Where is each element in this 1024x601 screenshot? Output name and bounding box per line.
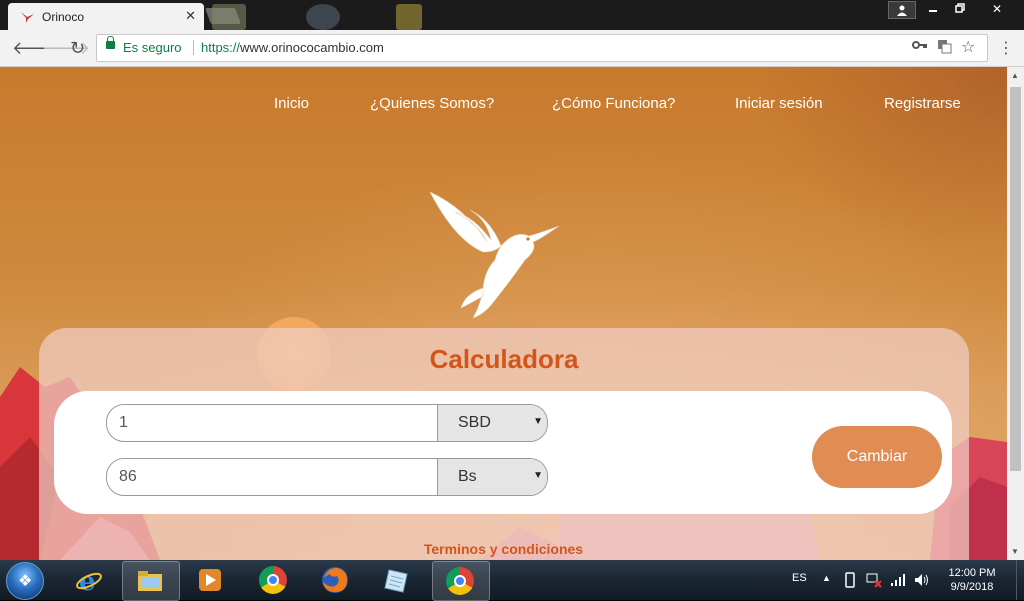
currency-to-value: Bs <box>458 468 477 485</box>
desktop-thumbnail-icon <box>306 4 340 30</box>
minimize-button[interactable] <box>918 0 948 20</box>
firefox-icon <box>322 567 348 593</box>
url-host: www.orinococambio.com <box>240 40 384 55</box>
profile-icon[interactable] <box>888 1 916 19</box>
secure-label: Es seguro <box>123 40 182 55</box>
browser-tab[interactable]: Orinoco ✕ <box>8 3 204 30</box>
cambiar-button[interactable]: Cambiar <box>812 426 942 488</box>
terms-link[interactable]: Terminos y condiciones <box>0 541 1007 557</box>
taskbar-media-player[interactable] <box>183 561 239 599</box>
desktop-thumbnail-icon <box>212 4 246 30</box>
currency-from-value: SBD <box>458 414 491 431</box>
key-icon[interactable] <box>912 39 928 54</box>
amount-to-group: Bs ▼ <box>106 458 548 496</box>
currency-from-select[interactable]: SBD ▼ <box>437 405 547 441</box>
signal-bars-icon[interactable] <box>890 573 906 587</box>
start-button[interactable]: ❖ <box>6 562 44 600</box>
taskbar-notes[interactable] <box>370 561 426 599</box>
restore-button[interactable] <box>945 0 975 20</box>
address-bar[interactable]: Es seguro https://www.orinococambio.com … <box>96 34 988 62</box>
calculator-title: Calculadora <box>429 344 579 374</box>
system-clock[interactable]: 12:00 PM 9/9/2018 <box>942 566 1002 594</box>
nav-como-funciona[interactable]: ¿Cómo Funciona? <box>552 95 675 112</box>
nav-quienes-somos[interactable]: ¿Quienes Somos? <box>370 95 494 112</box>
show-hidden-icons-icon[interactable]: ▲ <box>822 573 831 583</box>
network-error-icon[interactable] <box>866 572 882 588</box>
windows-taskbar: ❖ e ES ▲ 12:00 PM 9/9/2018 <box>0 560 1024 601</box>
hummingbird-favicon-icon <box>21 12 34 23</box>
folder-icon <box>138 571 162 591</box>
dropdown-arrow-icon: ▼ <box>533 470 543 481</box>
clock-time: 12:00 PM <box>948 567 996 579</box>
calculator-card: Calculadora SBD ▼ Bs ▼ Cambiar <box>39 328 969 560</box>
chrome-icon <box>259 566 287 594</box>
internet-explorer-icon: e <box>76 567 102 594</box>
window-close-button[interactable]: ✕ <box>974 0 1020 20</box>
dropdown-arrow-icon: ▼ <box>533 416 543 427</box>
amount-from-input[interactable] <box>119 414 419 432</box>
language-indicator[interactable]: ES <box>792 572 807 584</box>
device-icon[interactable] <box>844 572 856 588</box>
notepad-icon <box>384 569 408 593</box>
taskbar-chrome[interactable] <box>246 561 302 599</box>
taskbar-ie[interactable]: e <box>62 561 118 599</box>
scrollbar-thumb[interactable] <box>1010 87 1021 471</box>
menu-dots-icon[interactable]: ⋮ <box>998 38 1014 58</box>
translate-icon[interactable] <box>937 39 952 57</box>
nav-registrarse[interactable]: Registrarse <box>884 95 961 112</box>
amount-from-group: SBD ▼ <box>106 404 548 442</box>
amount-to-input[interactable] <box>119 468 419 486</box>
url-text[interactable]: https://www.orinococambio.com <box>201 40 384 55</box>
chrome-icon <box>446 567 474 595</box>
scroll-down-icon[interactable]: ▼ <box>1011 547 1019 556</box>
media-player-icon <box>199 569 221 591</box>
tab-title: Orinoco <box>42 10 85 24</box>
taskbar-chrome-active[interactable] <box>432 561 490 601</box>
divider <box>193 40 194 55</box>
volume-icon[interactable] <box>914 573 930 587</box>
nav-inicio[interactable]: Inicio <box>274 95 309 112</box>
currency-to-select[interactable]: Bs ▼ <box>437 459 547 495</box>
page-viewport: Inicio ¿Quienes Somos? ¿Cómo Funciona? I… <box>0 67 1007 560</box>
calculator-form: SBD ▼ Bs ▼ Cambiar <box>54 391 952 514</box>
hummingbird-logo-icon <box>429 191 560 319</box>
page-scrollbar[interactable]: ▲ ▼ <box>1007 67 1024 560</box>
taskbar-firefox[interactable] <box>308 561 364 599</box>
windows-logo-icon: ❖ <box>18 573 33 590</box>
scroll-up-icon[interactable]: ▲ <box>1011 71 1019 80</box>
clock-date: 9/9/2018 <box>950 581 994 593</box>
browser-toolbar: 🡐 🡒 ↻ Es seguro https://www.orinococambi… <box>0 30 1024 67</box>
taskbar-explorer[interactable] <box>122 561 180 601</box>
bookmark-star-icon[interactable]: ☆ <box>961 37 975 57</box>
desktop-thumbnail-icon <box>396 4 422 30</box>
browser-titlebar: Orinoco ✕ ✕ <box>0 0 1024 30</box>
url-protocol: https:// <box>201 40 241 55</box>
nav-iniciar-sesion[interactable]: Iniciar sesión <box>735 95 823 112</box>
lock-icon <box>106 36 115 49</box>
show-desktop-button[interactable] <box>1016 560 1024 600</box>
tab-close-icon[interactable]: ✕ <box>185 8 196 24</box>
reload-icon[interactable]: ↻ <box>70 38 85 59</box>
